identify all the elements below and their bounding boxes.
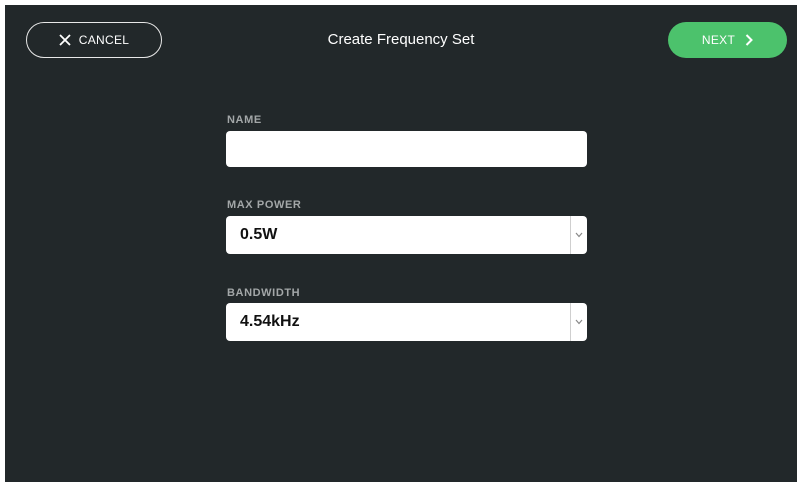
chevron-down-icon <box>575 232 583 238</box>
name-label: NAME <box>227 114 262 126</box>
bandwidth-select[interactable]: 4.54kHz <box>226 303 587 341</box>
name-input[interactable] <box>226 131 587 167</box>
bandwidth-value: 4.54kHz <box>240 313 300 330</box>
bandwidth-dropdown-toggle[interactable] <box>570 303 587 341</box>
max-power-select[interactable]: 0.5W <box>226 216 587 254</box>
chevron-down-icon <box>575 319 583 325</box>
chevron-right-icon <box>745 34 754 46</box>
max-power-dropdown-toggle[interactable] <box>570 216 587 254</box>
max-power-value: 0.5W <box>240 226 278 243</box>
max-power-label: MAX POWER <box>227 199 302 211</box>
create-frequency-set-screen: CANCEL Create Frequency Set NEXT NAME MA… <box>5 5 797 482</box>
next-label: NEXT <box>701 33 736 47</box>
bandwidth-label: BANDWIDTH <box>227 287 301 299</box>
next-button[interactable]: NEXT <box>668 22 787 58</box>
